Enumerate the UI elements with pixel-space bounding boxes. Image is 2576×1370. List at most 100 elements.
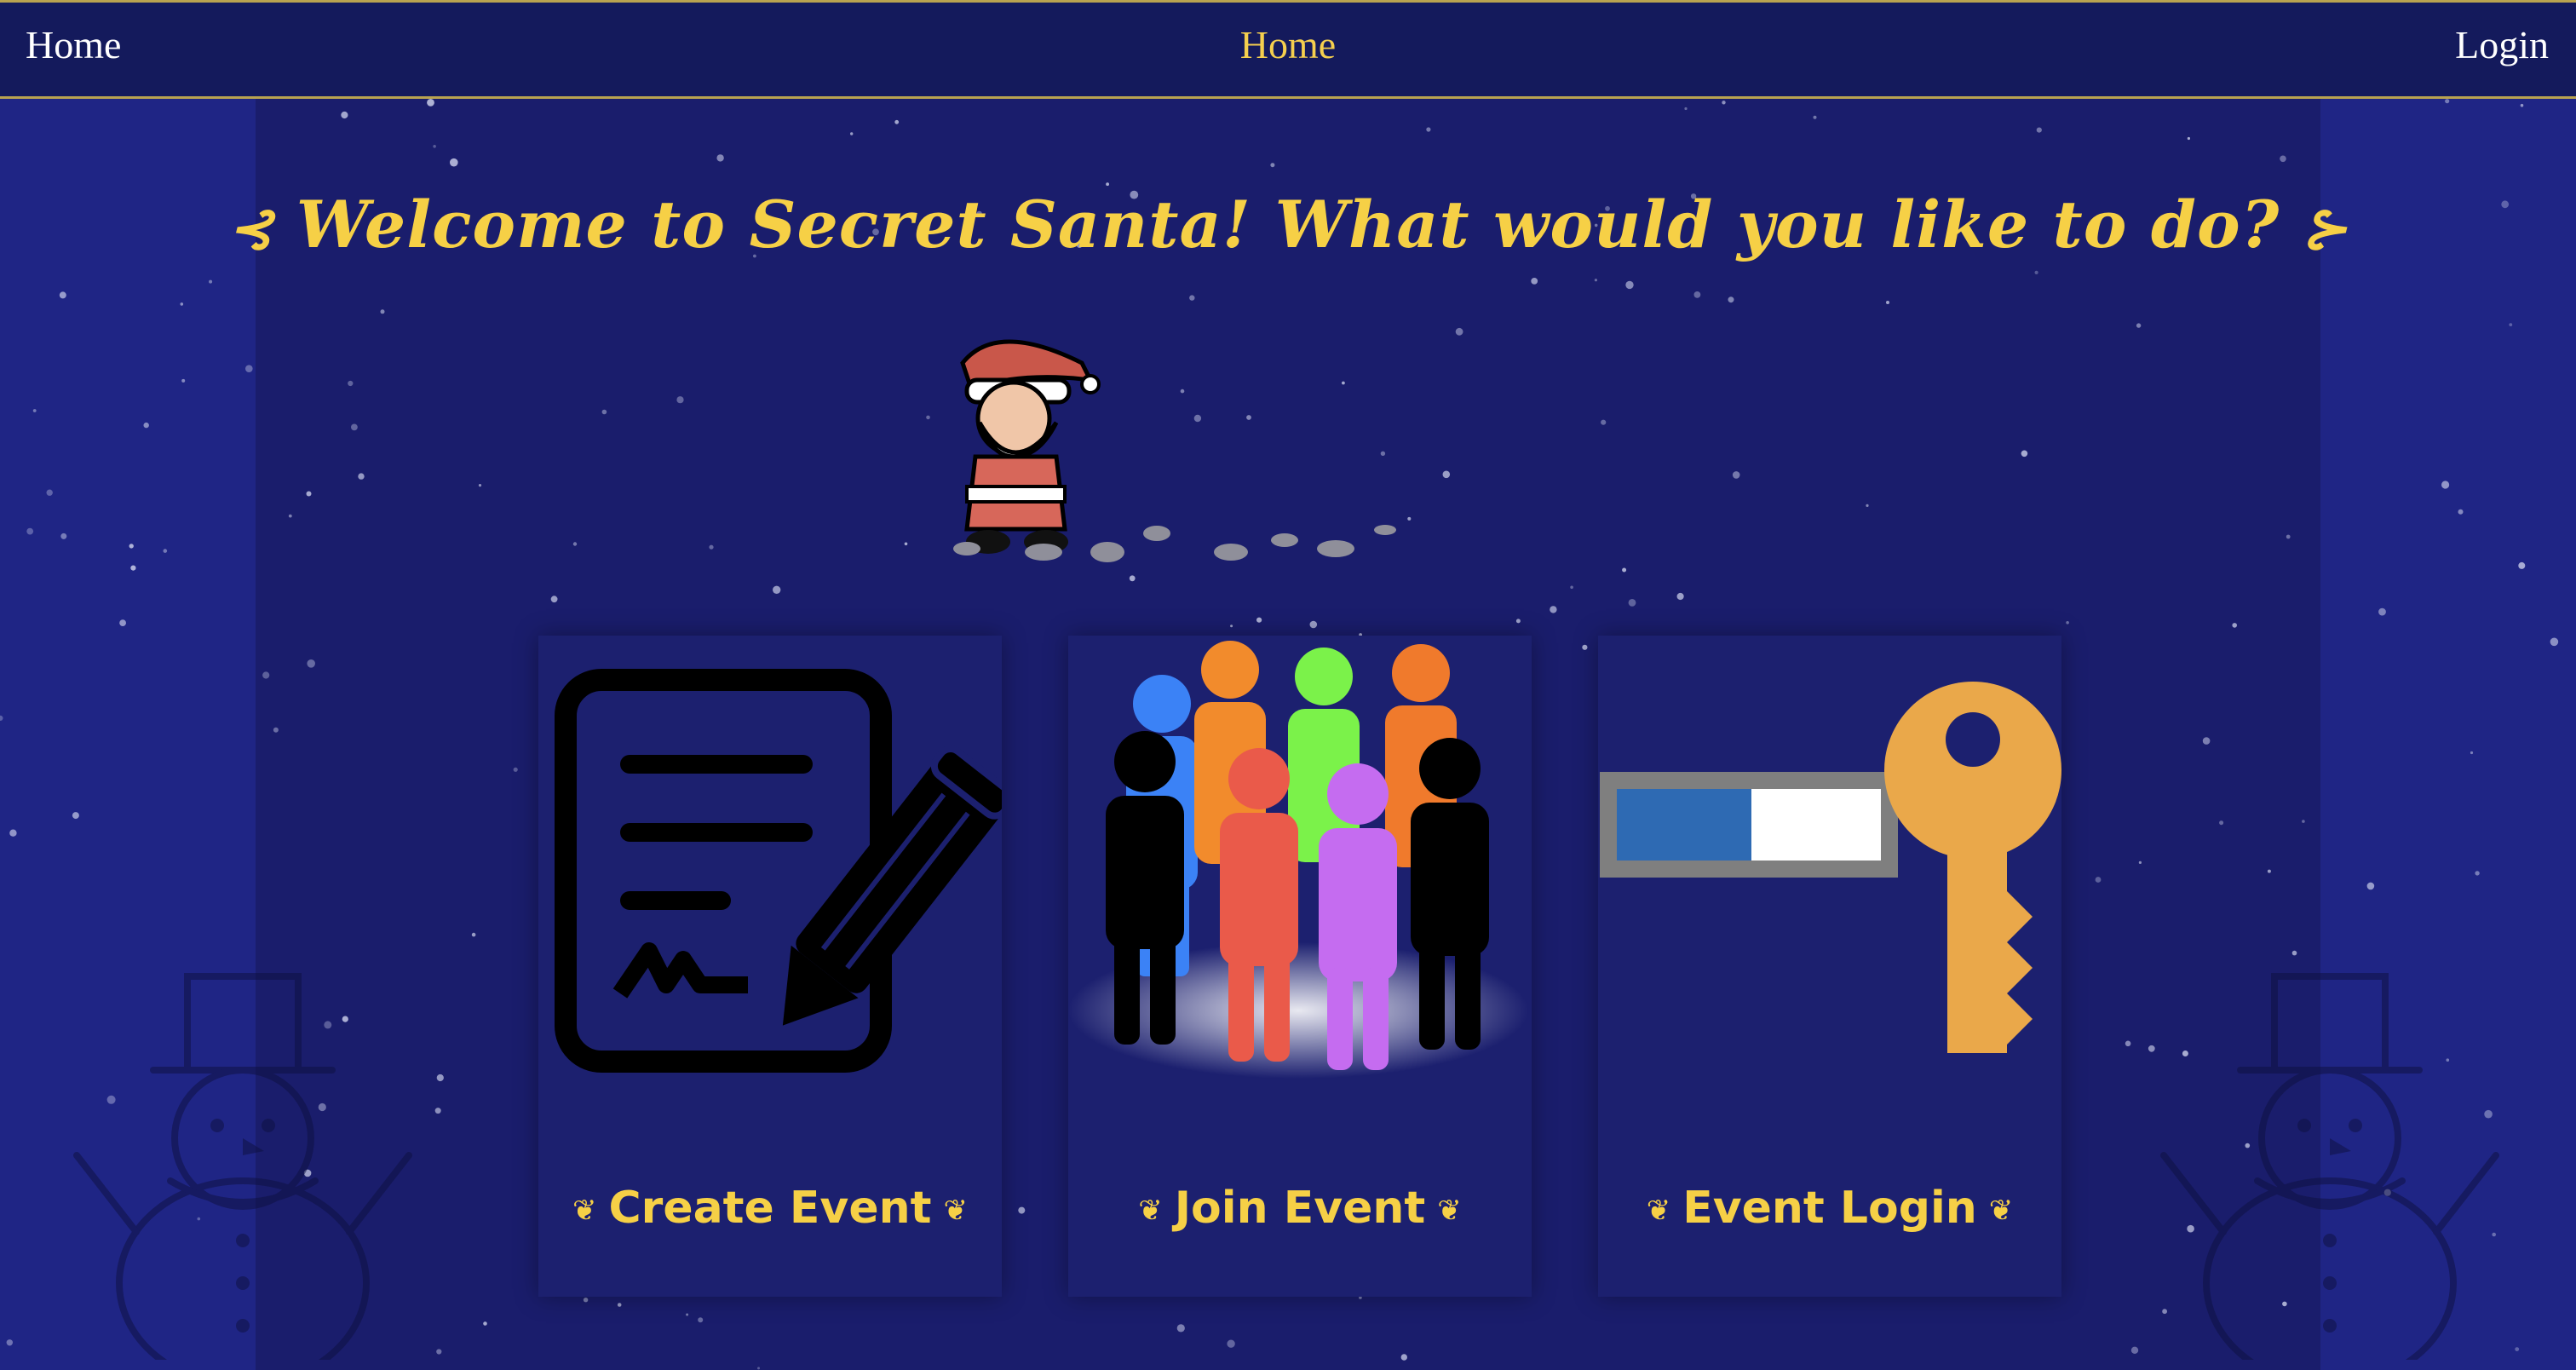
snowflake (163, 549, 168, 553)
snowflake (60, 532, 67, 539)
snowflake (483, 1321, 487, 1326)
snowflake (1601, 419, 1607, 425)
snowflake (757, 1367, 760, 1370)
nav-center-home: Home (0, 21, 2576, 69)
snowflake (2518, 561, 2526, 569)
snowflake (2095, 877, 2102, 883)
title-flourish-right-icon: ⊱ (2302, 197, 2349, 261)
snowflake (2219, 820, 2224, 826)
snowflake (904, 542, 908, 546)
snowflake (46, 489, 53, 496)
snowflake (2187, 136, 2190, 141)
snowflake (433, 145, 436, 148)
snowflake (773, 585, 781, 594)
snowflake (1270, 163, 1275, 168)
snowflake (471, 932, 476, 937)
snowflake (26, 527, 34, 535)
snowflake (2445, 99, 2450, 104)
create-event-text: Create Event (608, 1183, 932, 1234)
group-people-icon (1068, 641, 1528, 1079)
snowflake (119, 619, 127, 626)
snowflake (2136, 323, 2142, 328)
nav-login-link[interactable]: Login (2455, 21, 2549, 69)
snowflake (2066, 621, 2069, 625)
snowflake (1676, 592, 1684, 601)
snowflake (1684, 106, 1688, 111)
snowflake (427, 99, 434, 106)
paw-icon: ❦ (572, 1194, 597, 1228)
main-stage: ⊰ Welcome to Secret Santa! What would you… (0, 99, 2576, 1370)
nav-home-link[interactable]: Home (26, 21, 121, 69)
snowflake (2138, 861, 2142, 865)
snowflake (9, 829, 17, 837)
event-login-label: ❦ Event Login ❦ (1598, 1181, 2061, 1238)
snowflake (358, 473, 365, 480)
snowflake (2520, 103, 2524, 107)
snowflake (351, 423, 358, 431)
snowflake (1227, 1339, 1235, 1348)
snowflake (1732, 471, 1740, 479)
snowflake (1230, 625, 1233, 628)
create-event-card[interactable]: ❦ Create Event ❦ (538, 636, 1002, 1297)
snowflake (130, 565, 136, 571)
snowflake (2125, 1040, 2131, 1047)
snowflake (306, 491, 312, 497)
snowflake (686, 1313, 689, 1316)
snowflake (1628, 599, 1636, 607)
snowflake (894, 119, 900, 124)
snowflake (2441, 481, 2450, 489)
snowflake (2280, 155, 2286, 163)
join-event-label: ❦ Join Event ❦ (1068, 1181, 1532, 1238)
snowflake (262, 671, 270, 679)
snowflake (1531, 278, 1538, 285)
snowflake (2202, 737, 2211, 745)
paw-icon: ❦ (1437, 1194, 1462, 1228)
snowflake (513, 767, 518, 772)
snowflake (1550, 606, 1557, 613)
snowflake (716, 154, 724, 162)
paw-icon: ❦ (1138, 1194, 1163, 1228)
snowflake (380, 309, 385, 314)
snowflake (2458, 509, 2464, 515)
page-title-text: Welcome to Secret Santa! What would you … (296, 187, 2280, 262)
snowflake (2302, 820, 2305, 823)
snowflake (1407, 516, 1412, 521)
snowflake (1256, 617, 1262, 623)
event-login-card[interactable]: ❦ Event Login ❦ (1598, 636, 2061, 1297)
snowflake (2509, 323, 2513, 326)
snowflake (1886, 301, 1889, 304)
snowflake (617, 1303, 622, 1307)
snowflake (2021, 450, 2028, 458)
snowflake (1722, 101, 1726, 105)
snowflake (2036, 127, 2042, 133)
snowflake (2267, 869, 2271, 873)
snowflake (6, 1339, 13, 1346)
snowman-right-icon (2160, 973, 2499, 1360)
snowflake (1622, 567, 1627, 573)
snowflake (1400, 1354, 1408, 1361)
snowflake (341, 111, 348, 119)
snowflake (2475, 871, 2480, 876)
snowflake (32, 409, 37, 412)
snowflake (307, 659, 316, 668)
snowflake (143, 422, 149, 429)
snowflake (1442, 470, 1451, 479)
paw-icon: ❦ (1988, 1194, 2014, 1228)
snowflake (698, 1317, 704, 1323)
snowflake (181, 378, 186, 383)
snowflake (2291, 950, 2297, 956)
santa-walking-icon (953, 339, 1396, 562)
snowflake (0, 715, 3, 721)
snowflake (2470, 751, 2474, 755)
snowflake (2550, 637, 2559, 647)
snowflake (850, 132, 854, 135)
snowflake (2378, 607, 2386, 616)
snowflake (450, 158, 458, 167)
snowflake (1693, 291, 1701, 298)
join-event-card[interactable]: ❦ Join Event ❦ (1068, 636, 1532, 1297)
nav-center-home-link[interactable]: Home (1240, 23, 1336, 66)
snowflake (1594, 279, 1597, 282)
snowflake (1515, 619, 1521, 624)
snowflake (2286, 534, 2291, 539)
snowflake (709, 544, 714, 550)
